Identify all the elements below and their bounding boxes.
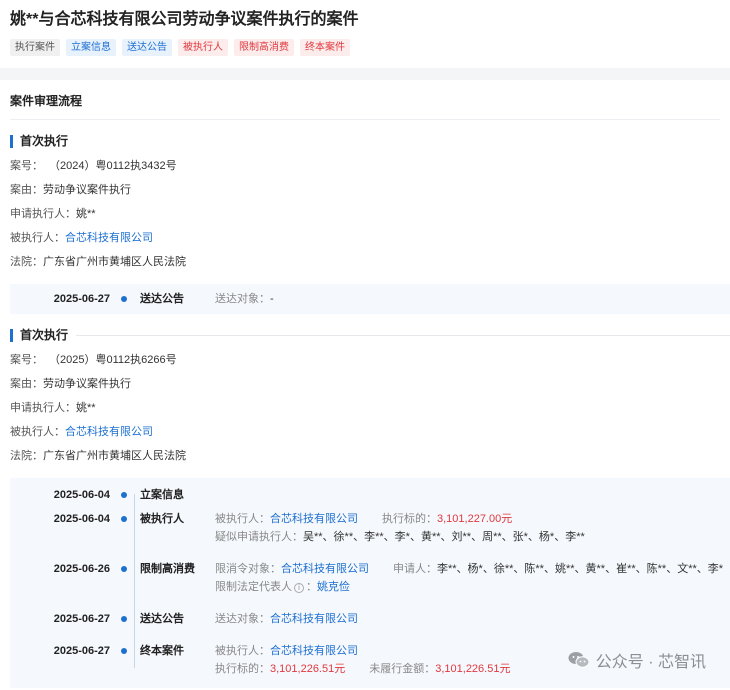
timeline-dot (121, 648, 127, 654)
case-title: 首次执行 (10, 328, 68, 342)
page-title: 姚**与合芯科技有限公司劳动争议案件执行的案件 (10, 11, 359, 28)
service-target-link[interactable]: 合芯科技有限公司 (270, 613, 358, 625)
case-block: 首次执行 案号： （2025）粤0112执6266号 案由：劳动争议案件执行 申请… (0, 328, 730, 688)
respondent-link[interactable]: 合芯科技有限公司 (270, 513, 358, 525)
section-title: 案件审理流程 (10, 80, 720, 120)
divider-line (76, 334, 730, 336)
section-divider (0, 68, 730, 80)
timeline-event: 2025-06-04 被执行人 被执行人：合芯科技有限公司 执行标的：3,101,… (53, 513, 585, 543)
tag-service-notice[interactable]: 送达公告 (122, 39, 172, 56)
tag-filing-info[interactable]: 立案信息 (66, 39, 116, 56)
case-number-row: 案号： （2025）粤0112执6266号 (10, 354, 177, 366)
timeline-event: 2025-06-26 限制高消费 限消令对象：合芯科技有限公司 申请人：李**、杨… (53, 563, 724, 593)
restricted-entity-link[interactable]: 合芯科技有限公司 (281, 563, 369, 575)
timeline-event: 2025-06-27 送达公告 送达对象：合芯科技有限公司 (53, 613, 358, 625)
timeline-dot (121, 296, 127, 302)
tag-respondent[interactable]: 被执行人 (178, 39, 228, 56)
watermark-text: 公众号 · 芯智讯 (595, 654, 706, 671)
legal-rep-link[interactable]: 姚克俭 (317, 581, 350, 593)
case-applicant-row: 申请执行人：姚** (10, 402, 96, 414)
timeline-dot (121, 492, 127, 498)
case-respondent-row: 被执行人：合芯科技有限公司 (10, 426, 153, 438)
timeline-event: 2025-06-04 立案信息 (53, 489, 184, 501)
timeline-event: 2025-06-27 送达公告 送达对象：- (53, 293, 274, 305)
case-respondent-row: 被执行人：合芯科技有限公司 (10, 232, 153, 244)
tag-consumption-limit[interactable]: 限制高消费 (234, 39, 294, 56)
case-cause-row: 案由：劳动争议案件执行 (10, 184, 131, 196)
tag-list: 执行案件 立案信息 送达公告 被执行人 限制高消费 终本案件 (10, 39, 720, 56)
respondent-link[interactable]: 合芯科技有限公司 (65, 426, 153, 438)
timeline-dot (121, 616, 127, 622)
case-block: 首次执行 案号： （2024）粤0112执3432号 案由：劳动争议案件执行 申请… (0, 134, 730, 314)
wechat-icon (568, 651, 590, 669)
watermark: 公众号 · 芯智讯 (568, 648, 706, 672)
case-court-row: 法院：广东省广州市黄埔区人民法院 (10, 450, 186, 462)
tag-execution-case[interactable]: 执行案件 (10, 39, 60, 56)
respondent-link[interactable]: 合芯科技有限公司 (65, 232, 153, 244)
timeline-dot (121, 516, 127, 522)
timeline: 2025-06-27 送达公告 送达对象：- (10, 284, 730, 314)
timeline-dot (121, 566, 127, 572)
case-court-row: 法院：广东省广州市黄埔区人民法院 (10, 256, 186, 268)
case-number-row: 案号： （2024）粤0112执3432号 (10, 160, 177, 172)
respondent-link[interactable]: 合芯科技有限公司 (270, 645, 358, 657)
tag-terminated-case[interactable]: 终本案件 (300, 39, 350, 56)
case-applicant-row: 申请执行人：姚** (10, 208, 96, 220)
case-cause-row: 案由：劳动争议案件执行 (10, 378, 131, 390)
page-header: 姚**与合芯科技有限公司劳动争议案件执行的案件 执行案件 立案信息 送达公告 被… (0, 0, 730, 68)
info-icon[interactable]: i (294, 583, 304, 593)
case-title: 首次执行 (10, 134, 68, 148)
